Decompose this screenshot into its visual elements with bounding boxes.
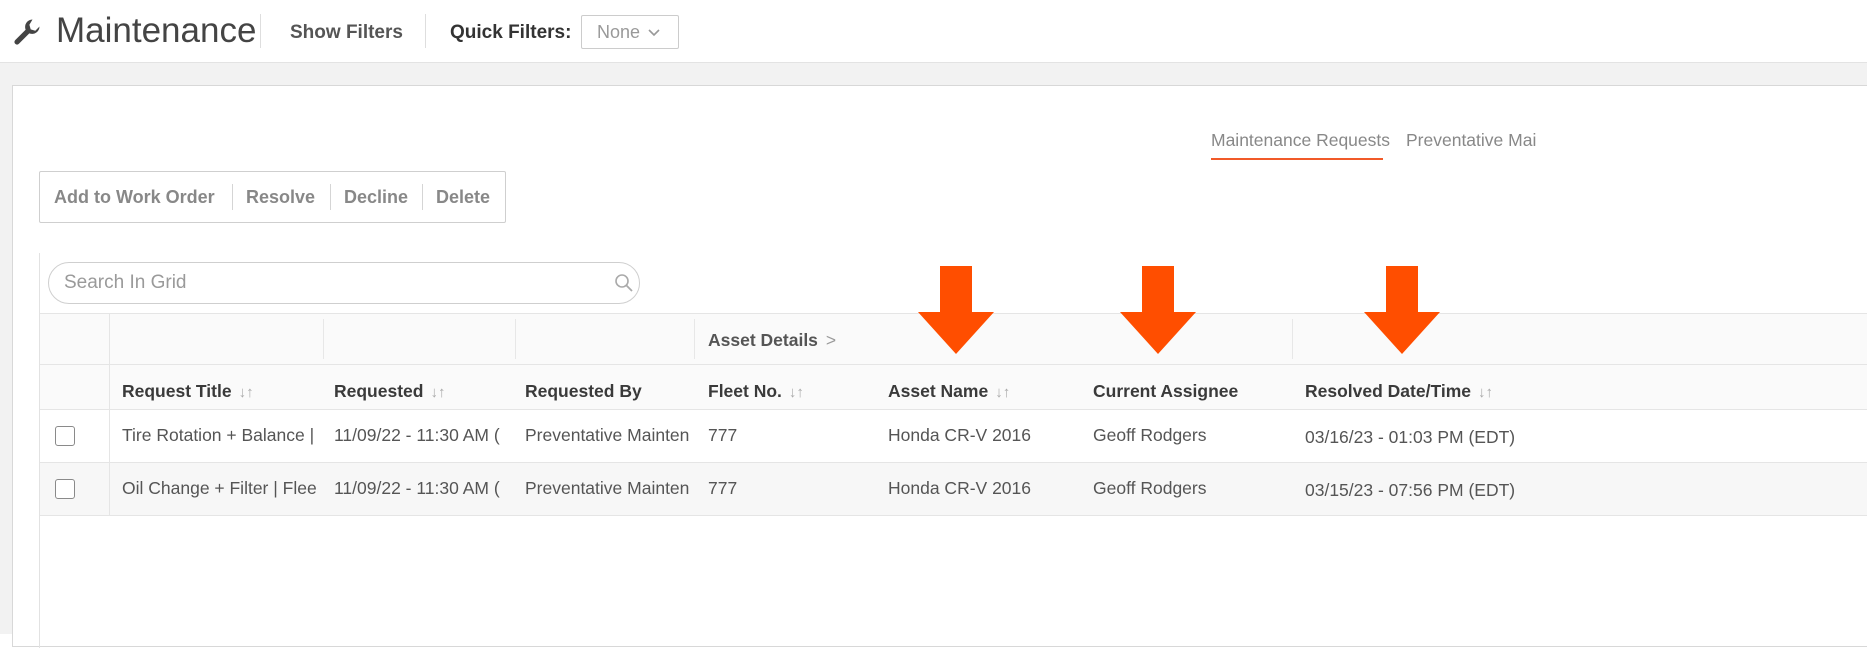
tab-maintenance-requests[interactable]: Maintenance Requests [1211, 130, 1390, 151]
divider [694, 319, 695, 359]
cell-requested-by: Preventative Mainten [525, 425, 690, 445]
column-label: Resolved Date/Time [1305, 381, 1471, 401]
column-header-fleet-no[interactable]: Fleet No. ↓↑ [708, 381, 804, 402]
divider [260, 14, 261, 48]
annotation-arrow-resolved-date-time [1364, 266, 1440, 354]
divider [515, 319, 516, 359]
quick-filters-select[interactable]: None [581, 15, 679, 49]
group-header-label: Asset Details [708, 330, 818, 350]
column-label: Fleet No. [708, 381, 782, 401]
decline-button[interactable]: Decline [344, 187, 408, 208]
sort-icon[interactable]: ↓↑ [1478, 384, 1493, 401]
row-checkbox-cell [40, 410, 110, 462]
divider [330, 184, 331, 210]
grid-search[interactable]: Search In Grid [48, 262, 640, 304]
sort-icon[interactable]: ↓↑ [995, 384, 1010, 401]
row-checkbox-cell [40, 463, 110, 515]
divider [422, 184, 423, 210]
main-panel: Maintenance Requests Preventative Mai Ad… [12, 85, 1867, 648]
cell-resolved-date-time: 03/16/23 - 01:03 PM (EDT) [1305, 427, 1516, 447]
top-bar: Maintenance Show Filters Quick Filters: … [0, 0, 1867, 63]
cell-requested: 11/09/22 - 11:30 AM ( [334, 478, 500, 498]
row-checkbox[interactable] [55, 426, 75, 446]
action-toolbar: Add to Work Order Resolve Decline Delete [39, 171, 506, 223]
tab-preventative-maintenance[interactable]: Preventative Mai [1406, 130, 1536, 151]
table-row[interactable]: Tire Rotation + Balance | 11/09/22 - 11:… [40, 410, 1867, 463]
cell-requested: 11/09/22 - 11:30 AM ( [334, 425, 500, 445]
divider [40, 364, 1867, 365]
sort-icon[interactable]: ↓↑ [430, 384, 445, 401]
chevron-right-icon: > [825, 330, 837, 350]
cell-current-assignee: Geoff Rodgers [1093, 425, 1207, 445]
column-label: Request Title [122, 381, 232, 401]
annotation-arrow-current-assignee [1120, 266, 1196, 354]
quick-filters-label: Quick Filters: [450, 22, 572, 43]
column-header-resolved-date-time[interactable]: Resolved Date/Time ↓↑ [1305, 381, 1493, 402]
group-header-asset-details[interactable]: Asset Details > [708, 330, 836, 351]
cell-fleet-no: 777 [708, 478, 738, 498]
sort-icon[interactable]: ↓↑ [789, 384, 804, 401]
cell-requested-by: Preventative Mainten [525, 478, 690, 498]
cell-request-title: Tire Rotation + Balance | [122, 425, 315, 445]
delete-button[interactable]: Delete [436, 187, 490, 208]
column-header-request-title[interactable]: Request Title ↓↑ [122, 381, 254, 402]
cell-asset-name: Honda CR-V 2016 [888, 425, 1031, 445]
column-label: Current Assignee [1093, 381, 1239, 401]
cell-request-title: Oil Change + Filter | Flee [122, 478, 317, 498]
column-label: Requested [334, 381, 424, 401]
divider [323, 319, 324, 359]
annotation-arrow-asset-name [918, 266, 994, 354]
column-label: Requested By [525, 381, 642, 401]
page-title: Maintenance [56, 11, 257, 50]
chevron-down-icon [648, 29, 660, 37]
column-header-current-assignee[interactable]: Current Assignee [1093, 381, 1238, 402]
column-header-asset-name[interactable]: Asset Name ↓↑ [888, 381, 1010, 402]
cell-asset-name: Honda CR-V 2016 [888, 478, 1031, 498]
wrench-icon [14, 19, 40, 45]
show-filters-button[interactable]: Show Filters [290, 22, 403, 44]
divider [232, 184, 233, 210]
search-icon[interactable] [614, 273, 634, 293]
quick-filters-value: None [597, 22, 641, 42]
cell-resolved-date-time: 03/15/23 - 07:56 PM (EDT) [1305, 480, 1516, 500]
row-checkbox[interactable] [55, 479, 75, 499]
divider [425, 14, 426, 48]
resolve-button[interactable]: Resolve [246, 187, 315, 208]
table-row[interactable]: Oil Change + Filter | Flee 11/09/22 - 11… [40, 463, 1867, 516]
add-to-work-order-button[interactable]: Add to Work Order [54, 187, 215, 208]
cell-fleet-no: 777 [708, 425, 738, 445]
column-header-requested-by[interactable]: Requested By [525, 381, 642, 402]
header-checkbox-cell [40, 313, 110, 410]
divider [1292, 319, 1293, 359]
column-label: Asset Name [888, 381, 989, 401]
active-tab-indicator [1211, 158, 1383, 160]
column-header-requested[interactable]: Requested ↓↑ [334, 381, 445, 402]
cell-current-assignee: Geoff Rodgers [1093, 478, 1207, 498]
search-input[interactable]: Search In Grid [64, 272, 187, 294]
sort-icon[interactable]: ↓↑ [239, 384, 254, 401]
